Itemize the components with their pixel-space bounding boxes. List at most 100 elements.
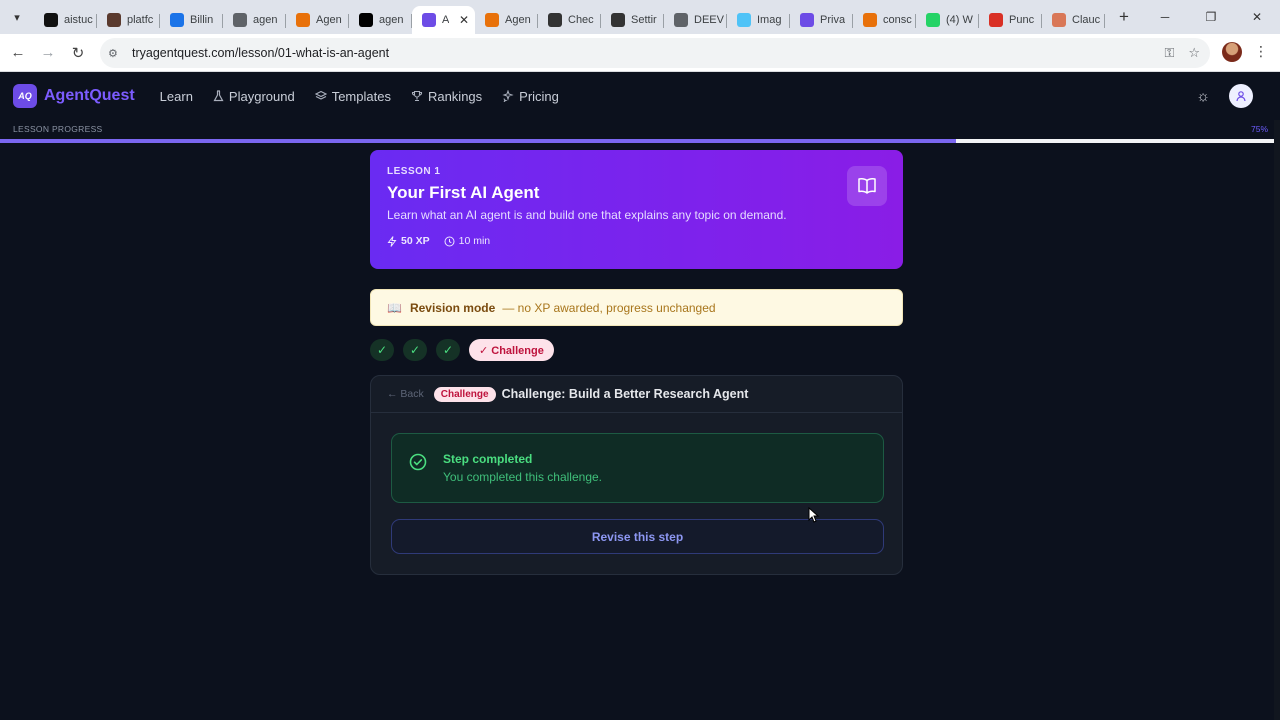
nav-pricing-label: Pricing xyxy=(519,88,559,104)
back-link[interactable]: ← Back xyxy=(387,388,424,400)
address-bar[interactable]: ⚙ tryagentquest.com/lesson/01-what-is-an… xyxy=(100,38,1210,68)
revision-note: — no XP awarded, progress unchanged xyxy=(502,300,716,315)
tab-favicon-icon xyxy=(359,13,373,27)
browser-tab[interactable]: agen xyxy=(349,6,412,34)
browser-tab[interactable]: Agen xyxy=(286,6,349,34)
progress-value: 75% xyxy=(1250,124,1268,134)
nav-templates[interactable]: Templates xyxy=(314,89,391,104)
forward-arrow-icon[interactable]: → xyxy=(33,44,63,61)
browser-tab[interactable]: A ✕ xyxy=(412,6,475,34)
tab-favicon-icon xyxy=(926,13,940,27)
browser-tab[interactable]: Clauc xyxy=(1042,6,1105,34)
browser-tab[interactable]: aistuc xyxy=(34,6,97,34)
progress-label: LESSON PROGRESS xyxy=(13,124,103,134)
lesson-card: LESSON 1 Your First AI Agent Learn what … xyxy=(370,150,903,269)
browser-tab[interactable]: Settir xyxy=(601,6,664,34)
password-key-icon[interactable]: ⚿ xyxy=(1164,45,1174,61)
tab-title: Billin xyxy=(190,14,214,26)
tab-title: consc xyxy=(883,14,912,26)
check-circle-icon xyxy=(409,453,427,471)
user-icon[interactable] xyxy=(1229,84,1253,108)
close-window-icon[interactable]: ✕ xyxy=(1234,0,1280,34)
browser-tabstrip: ▾ aistuc platfc Billin agen Agen agen A ✕ Agen Ch… xyxy=(0,0,1280,34)
lesson-meta: 50 XP 10 min xyxy=(387,235,886,247)
tab-favicon-icon xyxy=(422,13,436,27)
tab-search-icon[interactable]: ▾ xyxy=(6,6,28,28)
tab-title: Agen xyxy=(505,14,531,26)
site-info-icon[interactable]: ⚙ xyxy=(108,47,126,60)
step-challenge-active[interactable]: ✓ Challenge xyxy=(469,339,554,361)
browser-tab[interactable]: Priva xyxy=(790,6,853,34)
xp-badge: 50 XP xyxy=(387,235,430,247)
step-1-complete[interactable]: ✓ xyxy=(370,339,394,361)
page-scrollbar[interactable] xyxy=(1274,120,1280,720)
revise-step-button[interactable]: Revise this step xyxy=(391,519,884,554)
app-header: AQ AgentQuest Learn Playground Templates… xyxy=(0,72,1280,120)
profile-avatar[interactable] xyxy=(1222,42,1242,62)
tab-title: Agen xyxy=(316,14,342,26)
new-tab-button[interactable]: + xyxy=(1111,7,1137,27)
tab-title: Clauc xyxy=(1072,14,1101,26)
tab-favicon-icon xyxy=(611,13,625,27)
mouse-cursor-icon xyxy=(808,507,820,523)
nav-playground[interactable]: Playground xyxy=(213,89,295,104)
tab-favicon-icon xyxy=(800,13,814,27)
step-navigator: ✓ ✓ ✓ ✓ Challenge xyxy=(370,339,554,361)
address-bar-actions: ⚿ ☆ xyxy=(1164,45,1200,61)
challenge-badge: Challenge xyxy=(433,386,496,402)
tab-title: Chec xyxy=(568,14,594,26)
book-emoji-icon: 📖 xyxy=(387,300,402,315)
browser-tab[interactable]: DEEV xyxy=(664,6,727,34)
step-3-complete[interactable]: ✓ xyxy=(436,339,460,361)
browser-tab[interactable]: agen xyxy=(223,6,286,34)
step-2-complete[interactable]: ✓ xyxy=(403,339,427,361)
sparkles-icon xyxy=(502,90,514,102)
browser-tab[interactable]: consc xyxy=(853,6,916,34)
browser-tab[interactable]: Chec xyxy=(538,6,601,34)
progress-bar xyxy=(0,139,1274,143)
browser-tab[interactable]: platfc xyxy=(97,6,160,34)
browser-menu-icon[interactable]: ⋮ xyxy=(1254,43,1268,60)
lesson-description: Learn what an AI agent is and build one … xyxy=(387,208,787,222)
tab-title: agen xyxy=(379,14,404,26)
reload-icon[interactable]: ↻ xyxy=(63,44,93,62)
bookmark-star-icon[interactable]: ☆ xyxy=(1188,45,1200,61)
browser-tab[interactable]: Punc xyxy=(979,6,1042,34)
minimize-icon[interactable]: ─ xyxy=(1142,0,1188,34)
url-text[interactable]: tryagentquest.com/lesson/01-what-is-an-a… xyxy=(132,46,389,60)
xp-value: 50 XP xyxy=(401,235,430,247)
tab-close-icon[interactable]: ✕ xyxy=(459,13,469,27)
back-arrow-icon[interactable]: ← xyxy=(3,44,33,61)
tab-favicon-icon xyxy=(989,13,1003,27)
brand[interactable]: AQ AgentQuest xyxy=(13,84,135,108)
tab-favicon-icon xyxy=(548,13,562,27)
flask-icon xyxy=(213,90,224,102)
browser-tab[interactable]: Agen xyxy=(475,6,538,34)
duration-value: 10 min xyxy=(458,235,491,247)
lesson-number: LESSON 1 xyxy=(387,166,441,177)
challenge-title: Challenge: Build a Better Research Agent xyxy=(501,387,749,401)
nav-pricing[interactable]: Pricing xyxy=(502,89,559,104)
main-nav: Learn Playground Templates Rankings Pric… xyxy=(160,89,559,104)
browser-tab[interactable]: (4) W xyxy=(916,6,979,34)
tab-title: (4) W xyxy=(946,14,973,26)
tab-favicon-icon xyxy=(233,13,247,27)
browser-tab[interactable]: Billin xyxy=(160,6,223,34)
tab-favicon-icon xyxy=(170,13,184,27)
theme-sun-icon[interactable]: ☼ xyxy=(1196,88,1210,105)
restore-icon[interactable]: ❐ xyxy=(1188,0,1234,34)
challenge-panel: ← Back Challenge Challenge: Build a Bett… xyxy=(370,375,903,575)
open-book-button[interactable] xyxy=(847,166,887,206)
window-controls: ─ ❐ ✕ xyxy=(1142,0,1280,34)
tab-favicon-icon xyxy=(863,13,877,27)
tab-title: aistuc xyxy=(64,14,93,26)
nav-rankings[interactable]: Rankings xyxy=(411,89,482,104)
browser-toolbar: ← → ↻ ⚙ tryagentquest.com/lesson/01-what… xyxy=(0,34,1280,72)
nav-rankings-label: Rankings xyxy=(427,88,483,104)
brand-name: AgentQuest xyxy=(44,87,135,104)
browser-tab[interactable]: Imag xyxy=(727,6,790,34)
nav-learn[interactable]: Learn xyxy=(160,89,193,104)
tab-favicon-icon xyxy=(296,13,310,27)
revision-title: Revision mode xyxy=(409,300,496,315)
step-completed-alert: Step completed You completed this challe… xyxy=(391,433,884,503)
